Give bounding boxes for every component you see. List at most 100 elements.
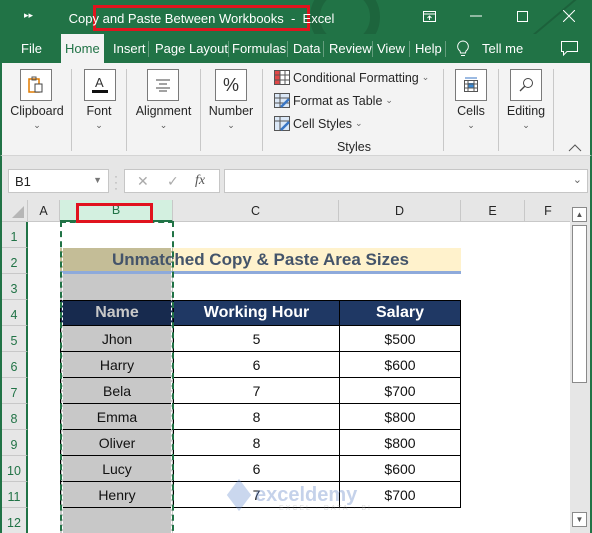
editing-group[interactable]: Editing ⌄ bbox=[499, 63, 553, 156]
tab-formulas[interactable]: Formulas bbox=[228, 34, 290, 63]
tab-help[interactable]: Help bbox=[411, 34, 446, 63]
cell-working-hour[interactable]: 6 bbox=[173, 456, 340, 482]
cells-icon bbox=[455, 69, 487, 101]
resize-handle[interactable]: · · · bbox=[114, 170, 118, 194]
row-header-6[interactable]: 6 bbox=[2, 352, 28, 378]
tab-separator bbox=[148, 41, 149, 57]
chevron-down-icon: ⌄ bbox=[227, 120, 235, 130]
font-group[interactable]: A Font ⌄ bbox=[72, 63, 126, 156]
tab-insert[interactable]: Insert bbox=[109, 34, 150, 63]
cells-group[interactable]: Cells ⌄ bbox=[444, 63, 498, 156]
cell-working-hour[interactable]: 7 bbox=[173, 378, 340, 404]
tab-home[interactable]: Home bbox=[61, 34, 104, 63]
row-header-3[interactable]: 3 bbox=[2, 274, 28, 300]
cell-salary[interactable]: $700 bbox=[339, 482, 461, 508]
scroll-up-button[interactable]: ▲ bbox=[572, 207, 587, 222]
cell-name[interactable]: Lucy bbox=[60, 456, 174, 482]
conditional-formatting-button[interactable]: Conditional Formatting ⌄ bbox=[274, 70, 429, 85]
cell-b3[interactable] bbox=[60, 274, 173, 300]
insert-function-icon[interactable]: fx bbox=[195, 173, 205, 189]
cell-name[interactable]: Jhon bbox=[60, 326, 174, 352]
cell-name[interactable]: Harry bbox=[60, 352, 174, 378]
tell-me-search[interactable]: Tell me bbox=[452, 34, 527, 63]
column-b-highlight-box bbox=[76, 203, 153, 223]
vertical-scrollbar[interactable]: ▲ ▼ bbox=[570, 200, 590, 533]
header-name[interactable]: Name bbox=[60, 300, 174, 326]
comments-button[interactable] bbox=[557, 34, 582, 63]
cell-name[interactable]: Henry bbox=[60, 482, 174, 508]
cells-label: Cells bbox=[457, 104, 485, 118]
check-icon[interactable]: ✓ bbox=[167, 173, 179, 190]
scroll-thumb[interactable] bbox=[572, 225, 587, 383]
column-header-c[interactable]: C bbox=[173, 200, 339, 222]
window-title: Copy and Paste Between Workbooks - Excel bbox=[69, 5, 334, 31]
cell-salary[interactable]: $600 bbox=[339, 456, 461, 482]
tab-review[interactable]: Review bbox=[325, 34, 376, 63]
cell-salary[interactable]: $700 bbox=[339, 378, 461, 404]
tab-view[interactable]: View bbox=[373, 34, 409, 63]
row-header-1[interactable]: 1 bbox=[2, 222, 28, 248]
title-bar: ▸▸ Copy and Paste Between Workbooks - Ex… bbox=[0, 0, 592, 34]
cell-name[interactable]: Bela bbox=[60, 378, 174, 404]
number-group[interactable]: % Number ⌄ bbox=[201, 63, 261, 156]
tab-data[interactable]: Data bbox=[289, 34, 324, 63]
cell-name[interactable]: Oliver bbox=[60, 430, 174, 456]
sheet-title-cell[interactable]: Unmatched Copy & Paste Area Sizes bbox=[60, 248, 461, 274]
row-header-8[interactable]: 8 bbox=[2, 404, 28, 430]
row-header-7[interactable]: 7 bbox=[2, 378, 28, 404]
cell-styles-button[interactable]: Cell Styles ⌄ bbox=[274, 116, 363, 131]
formula-input[interactable]: ⌄ bbox=[224, 169, 588, 193]
conditional-formatting-label: Conditional Formatting bbox=[293, 70, 419, 85]
row-header-12[interactable]: 12 bbox=[2, 508, 28, 533]
row-header-10[interactable]: 10 bbox=[2, 456, 28, 482]
minimize-button[interactable] bbox=[466, 6, 486, 26]
chevron-down-icon: ⌄ bbox=[355, 118, 363, 128]
scroll-down-button[interactable]: ▼ bbox=[572, 512, 587, 527]
cell-name[interactable]: Emma bbox=[60, 404, 174, 430]
worksheet-grid[interactable]: A B C D E F 1 2 3 4 5 6 7 8 9 10 11 12 Unmatched Co… bbox=[0, 200, 592, 533]
formula-bar: B1 ▼ · · · ✕ ✓ fx ⌄ bbox=[0, 156, 592, 200]
alignment-group[interactable]: Alignment ⌄ bbox=[127, 63, 200, 156]
clipboard-icon bbox=[20, 69, 52, 101]
close-button[interactable] bbox=[559, 6, 579, 26]
cell-salary[interactable]: $800 bbox=[339, 404, 461, 430]
chevron-down-icon[interactable]: ▼ bbox=[93, 175, 102, 185]
column-header-e[interactable]: E bbox=[461, 200, 525, 222]
row-header-5[interactable]: 5 bbox=[2, 326, 28, 352]
row-header-2[interactable]: 2 bbox=[2, 248, 28, 274]
format-as-table-button[interactable]: Format as Table ⌄ bbox=[274, 93, 393, 108]
chevron-up-icon bbox=[568, 144, 582, 152]
cell-working-hour[interactable]: 6 bbox=[173, 352, 340, 378]
header-working-hour[interactable]: Working Hour bbox=[173, 300, 340, 326]
cell-salary[interactable]: $600 bbox=[339, 352, 461, 378]
select-all-button[interactable] bbox=[2, 200, 28, 222]
cell-working-hour[interactable]: 7 bbox=[173, 482, 340, 508]
maximize-button[interactable] bbox=[512, 6, 532, 26]
collapse-ribbon-button[interactable] bbox=[568, 139, 582, 157]
column-header-a[interactable]: A bbox=[28, 200, 60, 222]
cell-salary[interactable]: $500 bbox=[339, 326, 461, 352]
lightbulb-icon bbox=[457, 39, 469, 56]
cell-salary[interactable]: $800 bbox=[339, 430, 461, 456]
tab-page-layout[interactable]: Page Layout bbox=[151, 34, 232, 63]
quick-access-more-icon[interactable]: ▸▸ bbox=[24, 10, 33, 21]
chevron-down-icon: ⌄ bbox=[33, 120, 41, 130]
ribbon-display-options-button[interactable] bbox=[419, 6, 439, 26]
cell-b12[interactable] bbox=[60, 508, 173, 533]
expand-formula-bar-icon[interactable]: ⌄ bbox=[573, 173, 582, 186]
cancel-icon[interactable]: ✕ bbox=[137, 173, 149, 190]
cell-working-hour[interactable]: 8 bbox=[173, 404, 340, 430]
cell-working-hour[interactable]: 8 bbox=[173, 430, 340, 456]
column-header-f[interactable]: F bbox=[525, 200, 572, 222]
column-header-d[interactable]: D bbox=[339, 200, 461, 222]
name-box[interactable]: B1 ▼ bbox=[8, 169, 109, 193]
chevron-down-icon: ⌄ bbox=[159, 120, 168, 130]
row-header-4[interactable]: 4 bbox=[2, 300, 28, 326]
clipboard-group[interactable]: Clipboard ⌄ bbox=[2, 63, 72, 156]
chevron-down-icon: ⌄ bbox=[95, 120, 103, 130]
row-header-11[interactable]: 11 bbox=[2, 482, 28, 508]
tab-file[interactable]: File bbox=[17, 34, 46, 63]
cell-working-hour[interactable]: 5 bbox=[173, 326, 340, 352]
row-header-9[interactable]: 9 bbox=[2, 430, 28, 456]
header-salary[interactable]: Salary bbox=[339, 300, 461, 326]
